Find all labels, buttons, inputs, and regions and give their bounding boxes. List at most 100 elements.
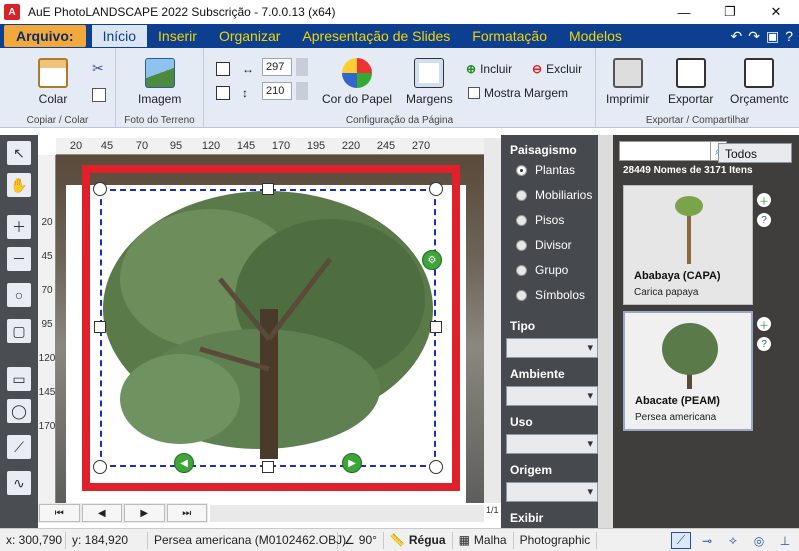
snap-line-icon[interactable]: ⟋	[671, 532, 691, 549]
category-scrollbar[interactable]	[598, 135, 613, 528]
snap-center-icon[interactable]: ◎	[749, 532, 769, 549]
render-mode[interactable]: Photographic	[514, 531, 598, 549]
radio-floors[interactable]	[516, 214, 527, 226]
filter-use-select[interactable]	[506, 434, 598, 454]
category-option[interactable]: Símbolos	[516, 288, 585, 302]
show-margin-check[interactable]	[468, 87, 480, 99]
tab-formatting[interactable]: Formatação	[461, 25, 558, 47]
rotate-left-icon[interactable]: ◀	[174, 453, 194, 473]
page-height-stepper[interactable]	[296, 82, 308, 100]
tab-slideshow[interactable]: Apresentação de Slides	[291, 25, 461, 47]
resize-handle-left[interactable]	[94, 321, 106, 333]
help-icon[interactable]: ?	[785, 28, 793, 44]
resize-handle-top-right[interactable]	[429, 182, 443, 196]
resize-handle-bottom[interactable]	[262, 461, 274, 473]
snap-perpendicular-icon[interactable]: ⊥	[775, 532, 795, 549]
canvas-horizontal-scrollbar[interactable]	[210, 505, 484, 522]
radio-group[interactable]	[516, 264, 527, 276]
budget-button[interactable]: Orçamentc	[730, 58, 789, 106]
page-width-input[interactable]: 297	[262, 58, 292, 76]
resize-handle-bottom-left[interactable]	[93, 460, 107, 474]
item-info-icon[interactable]: ?	[757, 213, 771, 227]
category-option[interactable]: Mobiliarios	[516, 188, 592, 202]
zoom-window-icon[interactable]: ▢	[7, 319, 31, 343]
page-width-stepper[interactable]	[296, 58, 308, 76]
close-button[interactable]: ✕	[753, 0, 799, 24]
resize-handle-bottom-right[interactable]	[429, 460, 443, 474]
library-item[interactable]: Ababaya (CAPA) Carica papaya	[623, 185, 753, 305]
category-option[interactable]: Divisor	[516, 238, 572, 252]
snap-midpoint-icon[interactable]: ⟡	[723, 532, 743, 549]
show-margin-checkbox[interactable]: Mostra Margem	[468, 86, 568, 100]
paper-color-button[interactable]: Cor do Papel	[322, 58, 392, 106]
pan-hand-icon[interactable]: ✋	[7, 173, 31, 197]
category-option[interactable]: Plantas	[516, 163, 575, 177]
clipboard-icon	[38, 58, 68, 88]
filter-origin-select[interactable]	[506, 482, 598, 502]
zoom-out-icon[interactable]: －	[7, 247, 31, 271]
curve-tool-icon[interactable]: ∿	[7, 471, 31, 495]
library-filter-select[interactable]: Todos	[718, 143, 792, 163]
grid-toggle[interactable]: ▦ Malha	[453, 531, 514, 549]
ellipse-tool-icon[interactable]: ◯	[7, 399, 31, 423]
ruler-toggle[interactable]: 📏 Régua	[384, 531, 453, 549]
item-info-icon[interactable]: ?	[757, 337, 771, 351]
save-icon[interactable]: ▣	[766, 28, 779, 45]
tab-file[interactable]: Arquivo:	[4, 25, 86, 47]
image-button[interactable]: Imagem	[138, 58, 181, 106]
radio-divider[interactable]	[516, 239, 527, 251]
window-controls: — ❐ ✕	[661, 0, 799, 24]
redo-icon[interactable]: ↷	[748, 28, 760, 45]
undo-icon[interactable]: ↶	[731, 28, 743, 45]
tab-organize[interactable]: Organizar	[208, 25, 291, 47]
canvas-vertical-scrollbar[interactable]	[484, 138, 501, 503]
resize-handle-top[interactable]	[262, 183, 274, 195]
ruler-v-label: 70	[41, 285, 53, 296]
library-item-subtitle: Carica papaya	[634, 287, 699, 298]
export-button[interactable]: Exportar	[668, 58, 713, 106]
portrait-page-icon[interactable]	[216, 86, 230, 100]
radio-plants[interactable]	[516, 164, 527, 176]
prev-page-button[interactable]: ◀	[81, 504, 122, 522]
page-height-input[interactable]: 210	[262, 82, 292, 100]
filter-use-label: Uso	[510, 415, 533, 429]
rectangle-tool-icon[interactable]: ▭	[7, 367, 31, 391]
category-option[interactable]: Pisos	[516, 213, 564, 227]
edit-object-icon[interactable]: ⚙	[422, 250, 442, 270]
polyline-tool-icon[interactable]: ⟋	[7, 435, 31, 459]
scissors-icon[interactable]: ✂	[92, 60, 106, 76]
radio-furniture[interactable]	[516, 189, 527, 201]
tab-insert[interactable]: Inserir	[147, 25, 208, 47]
radio-symbols[interactable]	[516, 289, 527, 301]
snap-endpoint-icon[interactable]: ⊸	[697, 532, 717, 549]
last-page-button[interactable]: ⏭	[166, 504, 207, 522]
landscape-page-icon[interactable]	[216, 62, 230, 76]
ruler-h-label: 170	[271, 140, 291, 152]
margins-button[interactable]: Margens	[406, 58, 453, 106]
add-item-icon[interactable]: ＋	[757, 193, 771, 208]
next-page-button[interactable]: ▶	[124, 504, 165, 522]
print-button[interactable]: Imprimir	[606, 58, 649, 106]
design-canvas[interactable]: ⚙ ◀ ▶	[56, 155, 484, 503]
first-page-button[interactable]: ⏮	[39, 504, 80, 522]
add-item-icon[interactable]: ＋	[757, 317, 771, 332]
circle-tool-icon[interactable]: ○	[7, 283, 31, 307]
zoom-in-icon[interactable]: ＋	[7, 215, 31, 239]
tab-home[interactable]: Início	[91, 25, 148, 47]
category-option[interactable]: Grupo	[516, 263, 568, 277]
paste-button[interactable]: Colar	[38, 58, 68, 106]
include-button[interactable]: ⊕ Incluir	[466, 62, 512, 76]
library-item-selected[interactable]: Abacate (PEAM) Persea americana	[623, 311, 753, 431]
filter-type-select[interactable]	[506, 338, 598, 358]
maximize-button[interactable]: ❐	[707, 0, 753, 24]
filter-environment-select[interactable]	[506, 386, 598, 406]
resize-handle-right[interactable]	[430, 321, 442, 333]
rotate-right-icon[interactable]: ▶	[342, 453, 362, 473]
resize-handle-top-left[interactable]	[93, 182, 107, 196]
library-search-input[interactable]	[619, 141, 711, 161]
copy-icon[interactable]	[92, 88, 106, 102]
tab-models[interactable]: Modelos	[558, 25, 633, 47]
minimize-button[interactable]: —	[661, 0, 707, 24]
select-arrow-icon[interactable]: ↖	[7, 141, 31, 165]
exclude-button[interactable]: ⊖ Excluir	[532, 62, 582, 76]
